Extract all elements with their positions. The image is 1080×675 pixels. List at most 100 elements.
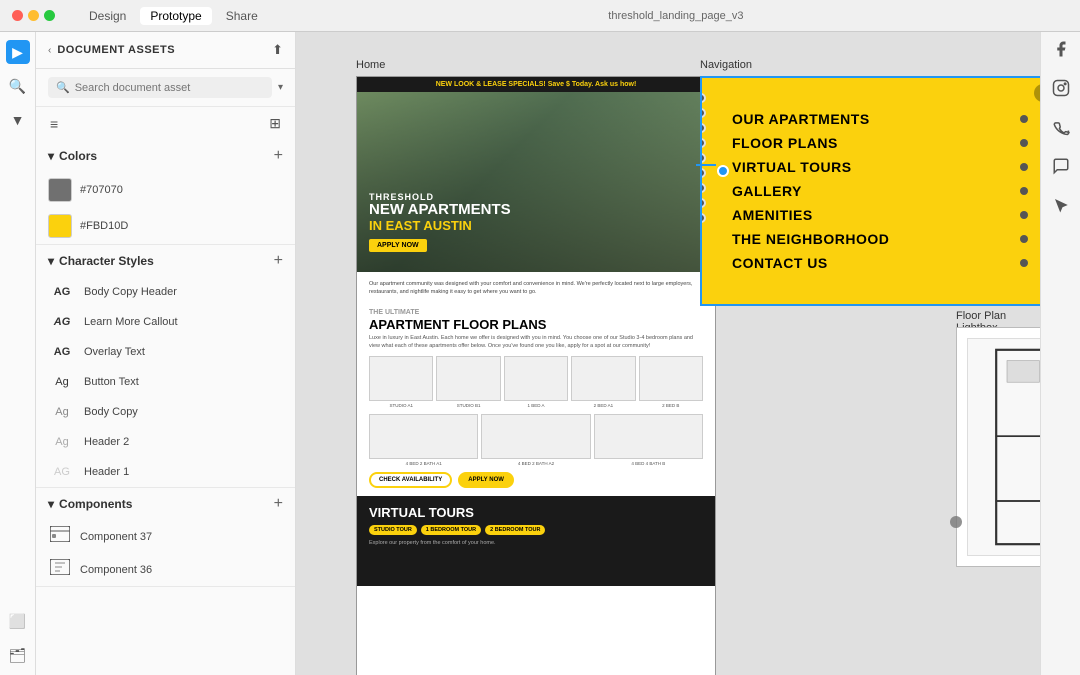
hero-content: THRESHOLD NEW APARTMENTS IN EAST AUSTIN … — [369, 192, 511, 253]
navigation-frame[interactable]: ✕ OUR APARTMENTS FLOOR PLANS — [700, 76, 1040, 306]
fp-grid-row2: 4 BED 2 BATH A1 4 BED 2 BATH A2 4 BED 4 … — [369, 414, 703, 466]
fp-plan-img-6 — [369, 414, 478, 459]
navigation-frame-label: Navigation — [700, 59, 752, 71]
char-style-name-7: Header 1 — [84, 466, 129, 478]
search-tool[interactable]: 🔍 — [6, 74, 30, 98]
component-36-label: Component 36 — [80, 564, 152, 576]
nav-item-floor-plans[interactable]: FLOOR PLANS — [732, 135, 1028, 151]
char-style-body-copy[interactable]: Ag Body Copy — [36, 397, 295, 427]
fp-eyebrow: THE ULTIMATE — [369, 309, 703, 316]
char-style-overlay-text[interactable]: AG Overlay Text — [36, 337, 295, 367]
lightbox-frame[interactable]: ✕ — [956, 327, 1040, 567]
nav-conn-dot-6 — [1020, 235, 1028, 243]
nav-item-neighborhood[interactable]: THE NEIGHBORHOOD — [732, 231, 1028, 247]
hero-apply-btn[interactable]: APPLY NOW — [369, 239, 427, 252]
char-style-badge-7: AG — [48, 462, 76, 482]
maximize-button[interactable] — [44, 10, 55, 21]
component-37-item[interactable]: Component 37 — [36, 520, 295, 553]
vt-tag-2bed[interactable]: 2 BEDROOM TOUR — [485, 525, 545, 535]
floor-plan-svg — [968, 339, 1040, 555]
char-style-badge-1: AG — [48, 282, 76, 302]
chevron-down-icon: ▾ — [48, 497, 54, 511]
nav-item-contact[interactable]: CONTACT US — [732, 255, 1028, 271]
tab-design[interactable]: Design — [79, 7, 136, 25]
char-style-button-text[interactable]: Ag Button Text — [36, 367, 295, 397]
add-char-style-button[interactable]: + — [274, 253, 283, 269]
nav-conn-dot-7 — [1020, 259, 1028, 267]
search-box[interactable]: 🔍 — [48, 77, 272, 98]
char-style-header-2[interactable]: Ag Header 2 — [36, 427, 295, 457]
message-icon[interactable] — [1052, 157, 1070, 180]
component-37-label: Component 37 — [80, 531, 152, 543]
apply-now-button[interactable]: APPLY NOW — [458, 472, 514, 488]
fp-label-2: STUDIO B1 — [436, 403, 500, 408]
color-item-gray[interactable]: #707070 — [36, 172, 295, 208]
color-item-yellow[interactable]: #FBD10D — [36, 208, 295, 244]
conn-dot — [700, 213, 706, 223]
tab-prototype[interactable]: Prototype — [140, 7, 211, 25]
component-36-item[interactable]: Component 36 — [36, 553, 295, 586]
nav-item-gallery[interactable]: GALLERY — [732, 183, 1028, 199]
colors-section-header[interactable]: ▾ Colors + — [36, 140, 295, 172]
nav-conn-dot-3 — [1020, 163, 1028, 171]
cursor-icon[interactable] — [1052, 196, 1070, 219]
phone-icon[interactable] — [1052, 118, 1070, 141]
hero-brand: THRESHOLD — [369, 192, 511, 202]
hero-body-text: Our apartment community was designed wit… — [357, 272, 715, 301]
fp-plan-img-2 — [436, 356, 500, 401]
vt-tags: STUDIO TOUR 1 BEDROOM TOUR 2 BEDROOM TOU… — [369, 525, 703, 535]
list-view-button[interactable]: ≡ — [48, 114, 60, 134]
chevron-down-icon[interactable]: ▾ — [278, 82, 283, 93]
color-label-yellow: #FBD10D — [80, 220, 128, 232]
fp-label-1: STUDIO A1 — [369, 403, 433, 408]
components-header[interactable]: ▾ Components + — [36, 488, 295, 520]
conn-dot — [700, 153, 706, 163]
layers-tool[interactable]: ⬜ — [6, 609, 30, 633]
color-label-gray: #707070 — [80, 184, 123, 196]
back-chevron-icon[interactable]: ‹ — [48, 45, 51, 56]
grid-view-button[interactable]: ⊞ — [267, 113, 283, 134]
nav-item-amenities[interactable]: AMENITIES — [732, 207, 1028, 223]
char-style-body-copy-header[interactable]: AG Body Copy Header — [36, 277, 295, 307]
nav-item-virtual-tours[interactable]: VIRTUAL TOURS — [732, 159, 1028, 175]
export-icon[interactable]: ⬆ — [272, 42, 283, 58]
char-style-name-3: Overlay Text — [84, 346, 145, 358]
minimize-button[interactable] — [28, 10, 39, 21]
select-tool[interactable]: ▶ — [6, 40, 30, 64]
right-sidebar — [1040, 32, 1080, 675]
fp-item-2bed-a1: 2 BED A1 — [571, 356, 635, 408]
close-button[interactable] — [12, 10, 23, 21]
add-color-button[interactable]: + — [274, 148, 283, 164]
facebook-icon[interactable] — [1052, 40, 1070, 63]
char-style-badge-6: Ag — [48, 432, 76, 452]
fp-buttons: CHECK AVAILABILITY APPLY NOW — [369, 472, 703, 488]
char-styles-header[interactable]: ▾ Character Styles + — [36, 245, 295, 277]
check-availability-button[interactable]: CHECK AVAILABILITY — [369, 472, 452, 488]
nav-conn-dot-2 — [1020, 139, 1028, 147]
conn-dot — [700, 198, 706, 208]
tab-share[interactable]: Share — [216, 7, 268, 25]
vt-tag-studio[interactable]: STUDIO TOUR — [369, 525, 417, 535]
components-title: ▾ Components — [48, 497, 132, 511]
nav-item-apartments[interactable]: OUR APARTMENTS — [732, 111, 1028, 127]
floor-plan-drawing — [967, 338, 1040, 556]
home-frame[interactable]: NEW LOOK & LEASE SPECIALS! Save $ Today.… — [356, 76, 716, 675]
home-frame-label: Home — [356, 59, 385, 71]
fp-label-4: 2 BED A1 — [571, 403, 635, 408]
char-style-name-1: Body Copy Header — [84, 286, 177, 298]
add-component-button[interactable]: + — [274, 496, 283, 512]
instagram-icon[interactable] — [1052, 79, 1070, 102]
search-input[interactable] — [75, 82, 264, 94]
nav-conn-dot-4 — [1020, 187, 1028, 195]
fp-item-studio-a1: STUDIO A1 — [369, 356, 433, 408]
nav-conn-dot-1 — [1020, 115, 1028, 123]
vt-tag-1bed[interactable]: 1 BEDROOM TOUR — [421, 525, 481, 535]
char-style-name-4: Button Text — [84, 376, 139, 388]
filter-tool[interactable]: ▼ — [6, 108, 30, 132]
assets-tool[interactable]: 🗂 — [6, 643, 30, 667]
char-style-header-1[interactable]: AG Header 1 — [36, 457, 295, 487]
char-style-learn-more[interactable]: AG Learn More Callout — [36, 307, 295, 337]
colors-section: ▾ Colors + #707070 #FBD10D — [36, 140, 295, 245]
fp-item-4bed-a2: 4 BED 2 BATH A2 — [481, 414, 590, 466]
virtual-tours-section: VIRTUAL TOURS STUDIO TOUR 1 BEDROOM TOUR… — [357, 496, 715, 586]
